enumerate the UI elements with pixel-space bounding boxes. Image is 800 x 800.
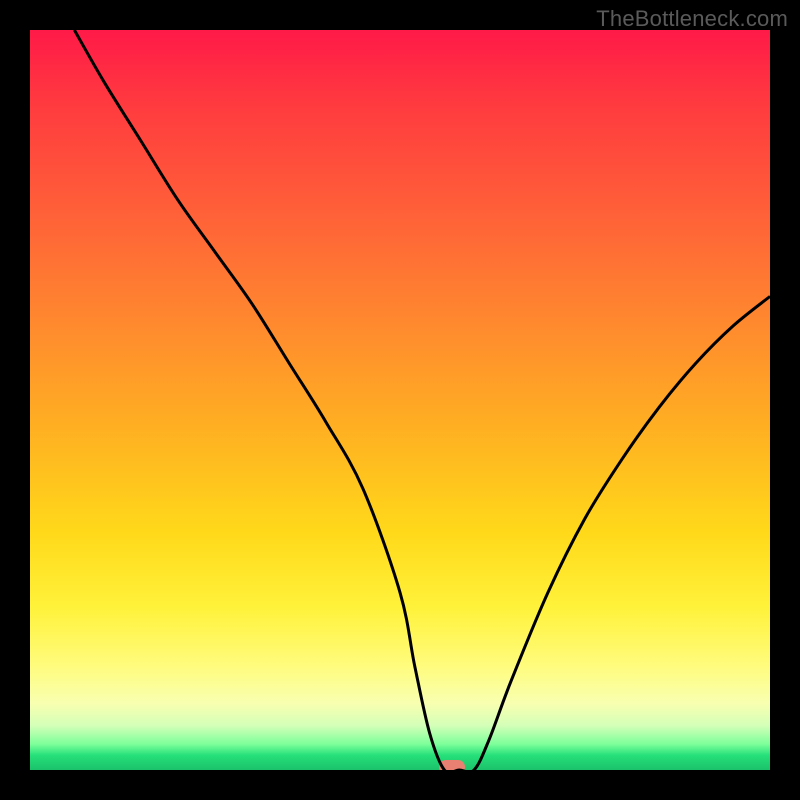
chart-frame: TheBottleneck.com	[0, 0, 800, 800]
background-gradient	[30, 30, 770, 770]
watermark-text: TheBottleneck.com	[596, 6, 788, 32]
minimum-marker	[439, 760, 465, 770]
plot-area	[30, 30, 770, 770]
